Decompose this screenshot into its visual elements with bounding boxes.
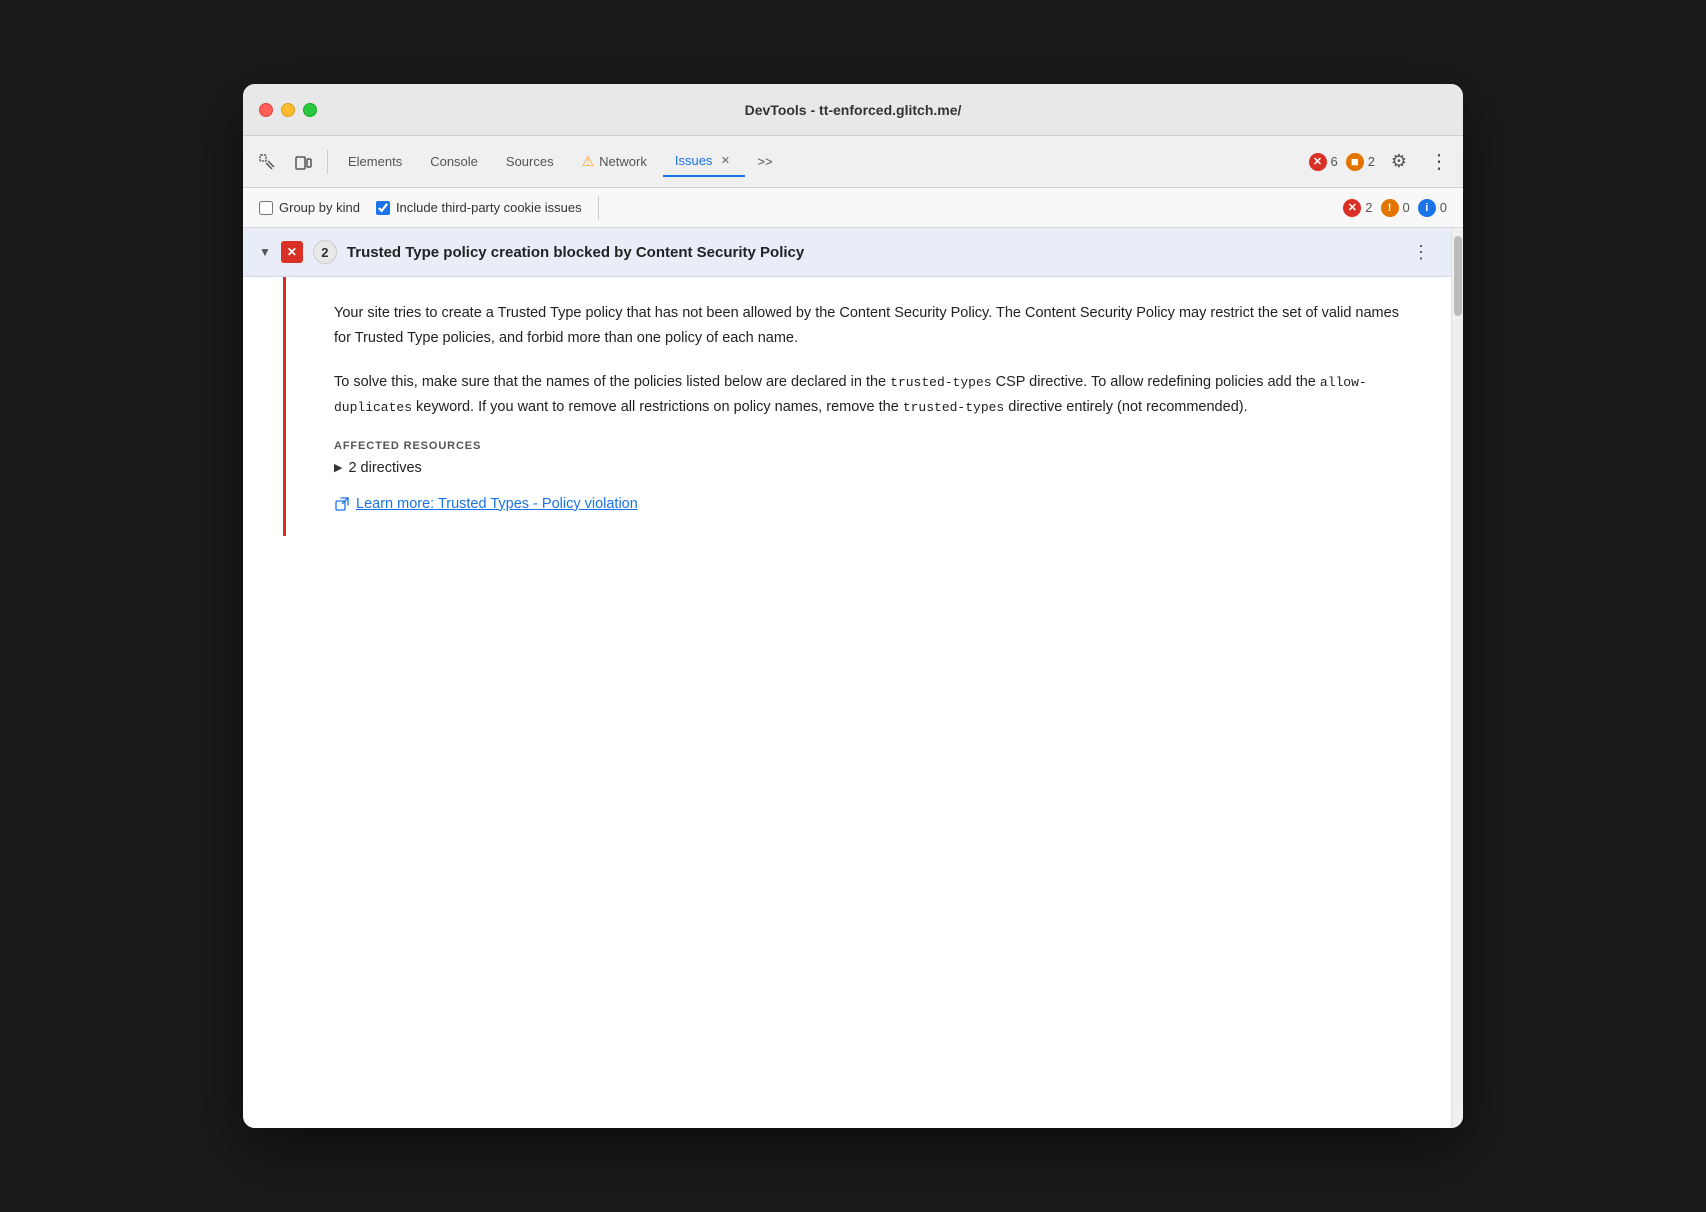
issues-error-icon: ✕ xyxy=(1343,199,1361,217)
traffic-lights xyxy=(259,103,317,117)
issues-info-icon: i xyxy=(1418,199,1436,217)
maximize-button[interactable] xyxy=(303,103,317,117)
code-trusted-types-1: trusted-types xyxy=(890,375,991,390)
scrollbar[interactable] xyxy=(1451,228,1463,1128)
directives-label: 2 directives xyxy=(348,460,421,476)
scrollbar-thumb[interactable] xyxy=(1454,236,1462,316)
error-count: ✕ 6 xyxy=(1309,153,1338,171)
issues-tab-close[interactable]: ✕ xyxy=(717,153,733,169)
tab-sources[interactable]: Sources xyxy=(494,148,566,175)
tab-network[interactable]: ⚠ Network xyxy=(570,147,659,176)
network-warning-icon: ⚠ xyxy=(582,153,595,170)
learn-more-text: Learn more: Trusted Types - Policy viola… xyxy=(356,496,638,512)
group-by-kind-checkbox[interactable] xyxy=(259,201,273,215)
learn-more-link[interactable]: Learn more: Trusted Types - Policy viola… xyxy=(334,496,1419,512)
issue-count-badge: 2 xyxy=(313,240,337,264)
main-content: ▼ ✕ 2 Trusted Type policy creation block… xyxy=(243,228,1463,1128)
issues-counts: ✕ 2 ! 0 i 0 xyxy=(1343,199,1447,217)
issues-toolbar-separator xyxy=(598,196,599,220)
warning-badge-icon: ■ xyxy=(1346,153,1364,171)
include-third-party-label[interactable]: Include third-party cookie issues xyxy=(376,200,582,215)
minimize-button[interactable] xyxy=(281,103,295,117)
issues-info-count: i 0 xyxy=(1418,199,1447,217)
issue-chevron-icon: ▼ xyxy=(259,245,271,259)
devtools-window: DevTools - tt-enforced.glitch.me/ Elemen… xyxy=(243,84,1463,1128)
close-button[interactable] xyxy=(259,103,273,117)
warning-count: ■ 2 xyxy=(1346,153,1375,171)
issue-description-p2: To solve this, make sure that the names … xyxy=(334,370,1419,419)
toolbar-right: ✕ 6 ■ 2 ⚙ ⋮ xyxy=(1309,146,1455,178)
device-toggle-icon[interactable] xyxy=(287,146,319,178)
issue-more-button[interactable]: ⋮ xyxy=(1407,238,1435,266)
include-third-party-checkbox[interactable] xyxy=(376,201,390,215)
code-allow-duplicates: allow-duplicates xyxy=(334,375,1367,415)
tab-issues[interactable]: Issues ✕ xyxy=(663,147,746,177)
error-badge-icon: ✕ xyxy=(1309,153,1327,171)
issue-body: Your site tries to create a Trusted Type… xyxy=(283,277,1451,536)
title-bar: DevTools - tt-enforced.glitch.me/ xyxy=(243,84,1463,136)
external-link-icon xyxy=(334,496,350,512)
toolbar-separator-1 xyxy=(327,150,328,174)
issue-panel: ▼ ✕ 2 Trusted Type policy creation block… xyxy=(243,228,1451,1128)
tab-console[interactable]: Console xyxy=(418,148,490,175)
inspector-icon[interactable] xyxy=(251,146,283,178)
tab-elements[interactable]: Elements xyxy=(336,148,414,175)
more-tabs-button[interactable]: >> xyxy=(749,148,780,175)
issue-error-icon: ✕ xyxy=(281,241,303,263)
issue-title: Trusted Type policy creation blocked by … xyxy=(347,244,1397,261)
group-by-kind-label[interactable]: Group by kind xyxy=(259,200,360,215)
window-title: DevTools - tt-enforced.glitch.me/ xyxy=(745,102,962,118)
directives-row[interactable]: ▶ 2 directives xyxy=(334,460,1419,476)
issues-toolbar: Group by kind Include third-party cookie… xyxy=(243,188,1463,228)
issues-warning-icon: ! xyxy=(1381,199,1399,217)
affected-resources-label: AFFECTED RESOURCES xyxy=(334,440,1419,452)
issue-description-p1: Your site tries to create a Trusted Type… xyxy=(334,301,1419,350)
issues-warning-count: ! 0 xyxy=(1381,199,1410,217)
directives-arrow-icon: ▶ xyxy=(334,461,342,474)
main-toolbar: Elements Console Sources ⚠ Network Issue… xyxy=(243,136,1463,188)
more-options-button[interactable]: ⋮ xyxy=(1423,146,1455,178)
issues-error-count: ✕ 2 xyxy=(1343,199,1372,217)
issue-header[interactable]: ▼ ✕ 2 Trusted Type policy creation block… xyxy=(243,228,1451,277)
code-trusted-types-2: trusted-types xyxy=(903,400,1004,415)
settings-button[interactable]: ⚙ xyxy=(1383,146,1415,178)
